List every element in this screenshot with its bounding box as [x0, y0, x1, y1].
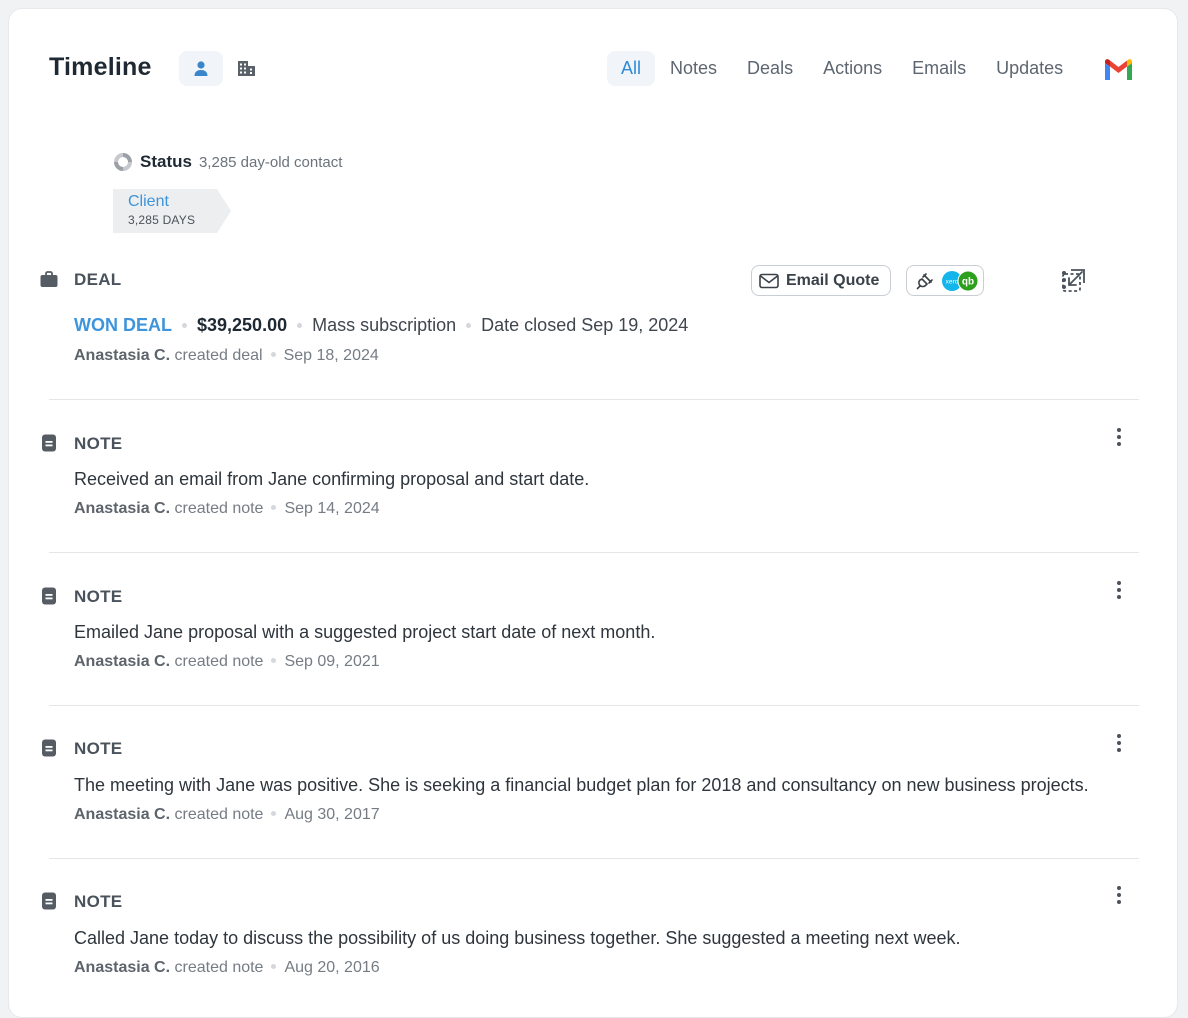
deal-amount: $39,250.00: [197, 315, 288, 335]
stage-days: 3,285 DAYS: [128, 213, 196, 227]
status-label: Status: [140, 152, 192, 171]
note-icon: [42, 739, 56, 757]
kebab-dot: [1117, 442, 1121, 446]
building-icon: [237, 61, 255, 76]
item-action: created note: [174, 653, 264, 670]
item-action: created deal: [174, 347, 263, 364]
note-meta: Anastasia C. created note Sep 14, 2024: [74, 500, 380, 518]
kebab-dot: [1117, 741, 1121, 745]
item-date: Sep 14, 2024: [284, 500, 380, 517]
divider: [49, 399, 1139, 400]
status-icon: [114, 153, 132, 171]
note-icon: [42, 434, 56, 452]
item-date: Sep 09, 2021: [284, 653, 380, 670]
separator-dot: [271, 505, 277, 511]
item-action: created note: [174, 500, 264, 517]
stage-name: Client: [128, 193, 169, 210]
email-quote-button[interactable]: Email Quote: [751, 265, 891, 296]
tab-deals[interactable]: Deals: [732, 51, 808, 86]
item-type-label: NOTE: [74, 892, 123, 911]
item-type-label: NOTE: [74, 434, 123, 453]
divider: [49, 705, 1139, 706]
kebab-dot: [1117, 886, 1121, 890]
deal-result: WON DEAL: [74, 315, 172, 335]
deal-summary-line: WON DEAL $39,250.00 Mass subscription Da…: [74, 315, 688, 336]
kebab-dot: [1117, 581, 1121, 585]
note-body: Called Jane today to discuss the possibi…: [74, 928, 961, 948]
item-action: created note: [174, 959, 264, 976]
kebab-dot: [1117, 734, 1121, 738]
author-name[interactable]: Anastasia C.: [74, 959, 170, 976]
email-quote-label: Email Quote: [786, 271, 880, 289]
deal-meta: Anastasia C. created deal Sep 18, 2024: [74, 347, 379, 365]
separator-dot: [271, 658, 277, 664]
kebab-dot: [1117, 900, 1121, 904]
status-stage-badge[interactable]: Client 3,285 DAYS: [113, 189, 231, 233]
timeline-header: Timeline All Notes Deals Actions Emails: [9, 9, 1177, 129]
kebab-dot: [1117, 893, 1121, 897]
item-type-label: NOTE: [74, 739, 123, 758]
divider: [49, 552, 1139, 553]
separator-dot: [271, 811, 277, 817]
separator-dot: [466, 323, 472, 328]
person-icon: [194, 61, 208, 76]
item-date: Aug 20, 2016: [284, 959, 380, 976]
gmail-button[interactable]: [1101, 55, 1135, 83]
briefcase-icon: [40, 271, 58, 287]
item-type-label: NOTE: [74, 587, 123, 606]
note-body: The meeting with Jane was positive. She …: [74, 775, 1089, 795]
expand-icon[interactable]: [1061, 267, 1087, 293]
tab-emails[interactable]: Emails: [897, 51, 981, 86]
note-meta: Anastasia C. created note Aug 30, 2017: [74, 806, 380, 824]
integrations-button[interactable]: xero qb: [906, 265, 984, 296]
status-row: Status 3,285 day-old contact: [113, 151, 342, 173]
separator-dot: [297, 323, 303, 328]
item-action: created note: [174, 806, 264, 823]
note-more-options-button[interactable]: [1109, 731, 1129, 755]
gmail-icon: [1104, 58, 1132, 80]
plug-icon: [916, 272, 933, 289]
note-body: Emailed Jane proposal with a suggested p…: [74, 622, 656, 642]
author-name[interactable]: Anastasia C.: [74, 653, 170, 670]
quickbooks-icon: qb: [957, 270, 979, 291]
kebab-dot: [1117, 595, 1121, 599]
timeline-card: Timeline All Notes Deals Actions Emails: [8, 8, 1178, 1018]
item-date: Aug 30, 2017: [284, 806, 380, 823]
tab-all[interactable]: All: [607, 51, 656, 86]
tab-actions[interactable]: Actions: [808, 51, 897, 86]
company-view-button[interactable]: [231, 51, 261, 86]
note-more-options-button[interactable]: [1109, 883, 1129, 907]
person-view-button[interactable]: [179, 51, 223, 86]
note-meta: Anastasia C. created note Aug 20, 2016: [74, 959, 380, 977]
note-icon: [42, 892, 56, 910]
deal-name: Mass subscription: [312, 315, 457, 335]
separator-dot: [270, 352, 276, 358]
note-more-options-button[interactable]: [1109, 425, 1129, 449]
kebab-dot: [1117, 435, 1121, 439]
kebab-dot: [1117, 428, 1121, 432]
note-meta: Anastasia C. created note Sep 09, 2021: [74, 653, 380, 671]
separator-dot: [271, 964, 277, 970]
status-subtitle: 3,285 day-old contact: [198, 153, 343, 171]
item-date: Sep 18, 2024: [283, 347, 379, 364]
envelope-icon: [759, 273, 779, 288]
author-name[interactable]: Anastasia C.: [74, 806, 170, 823]
page-title: Timeline: [49, 53, 152, 81]
separator-dot: [182, 323, 187, 328]
timeline-filter-tabs: All Notes Deals Actions Emails Updates: [607, 51, 1078, 86]
note-icon: [42, 587, 56, 605]
item-type-label: DEAL: [74, 270, 122, 289]
note-body: Received an email from Jane confirming p…: [74, 469, 590, 489]
svg-text:qb: qb: [962, 276, 974, 287]
deal-closed-date: Date closed Sep 19, 2024: [481, 315, 689, 335]
kebab-dot: [1117, 588, 1121, 592]
kebab-dot: [1117, 748, 1121, 752]
author-name[interactable]: Anastasia C.: [74, 347, 170, 364]
tab-notes[interactable]: Notes: [655, 51, 732, 86]
author-name[interactable]: Anastasia C.: [74, 500, 170, 517]
note-more-options-button[interactable]: [1109, 578, 1129, 602]
tab-updates[interactable]: Updates: [981, 51, 1078, 86]
divider: [49, 858, 1139, 859]
